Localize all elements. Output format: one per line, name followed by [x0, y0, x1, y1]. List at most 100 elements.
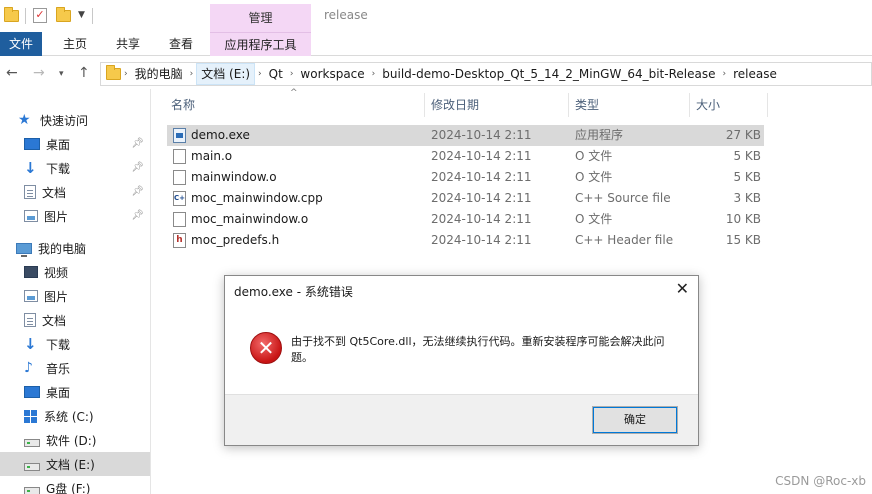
windows-drive-icon [24, 409, 38, 423]
sidebar-item-label: 桌面 [46, 385, 71, 400]
sidebar-item-desktop[interactable]: 桌面 📌︎ [0, 132, 150, 156]
file-name: moc_mainwindow.o [191, 212, 309, 226]
sidebar-item-label: 快速访问 [40, 113, 89, 128]
sidebar-item-documents-pc[interactable]: 文档 [0, 308, 150, 332]
folder-icon [106, 65, 121, 80]
chevron-right-icon[interactable]: › [187, 69, 197, 79]
file-row[interactable]: moc_mainwindow.o 2024-10-14 2:11 O 文件 10… [167, 209, 764, 230]
crumb-build-folder[interactable]: build-demo-Desktop_Qt_5_14_2_MinGW_64_bi… [378, 63, 719, 85]
music-icon: ♪ [24, 360, 33, 376]
tab-file[interactable]: 文件 [0, 32, 42, 56]
column-header-size[interactable]: 大小 [696, 89, 720, 121]
sidebar-item-pictures[interactable]: 图片 📌︎ [0, 204, 150, 228]
chevron-right-icon[interactable]: › [255, 69, 265, 79]
sidebar-item-drive-e[interactable]: 文档 (E:) [0, 452, 150, 476]
file-date: 2024-10-14 2:11 [431, 128, 532, 142]
chevron-right-icon[interactable]: › [287, 69, 297, 79]
column-divider[interactable] [689, 93, 690, 117]
pin-icon[interactable]: 📌︎ [131, 162, 144, 173]
sidebar-item-downloads[interactable]: ↓ 下载 📌︎ [0, 156, 150, 180]
file-type: O 文件 [575, 212, 613, 226]
sidebar-item-label: 音乐 [46, 361, 71, 376]
file-type: C++ Source file [575, 191, 671, 205]
title-bar: ✓ ▼ 管理 release [0, 0, 872, 32]
sidebar-item-pictures-pc[interactable]: 图片 [0, 284, 150, 308]
tab-view[interactable]: 查看 [161, 32, 201, 56]
file-row[interactable]: mainwindow.o 2024-10-14 2:11 O 文件 5 KB [167, 167, 764, 188]
sidebar-item-drive-c[interactable]: 系统 (C:) [0, 404, 150, 428]
download-icon: ↓ [24, 335, 37, 353]
crumb-drive-e[interactable]: 文档 (E:) [196, 63, 256, 85]
sidebar-item-label: 我的电脑 [38, 241, 87, 256]
pin-icon[interactable]: 📌︎ [131, 186, 144, 197]
column-header-type[interactable]: 类型 [575, 89, 599, 121]
file-name: moc_mainwindow.cpp [191, 191, 323, 205]
crumb-workspace[interactable]: workspace [296, 63, 368, 85]
pin-icon[interactable]: 📌︎ [131, 210, 144, 221]
sidebar-item-label: G盘 (F:) [46, 481, 91, 494]
file-size: 15 KB [725, 233, 761, 247]
sidebar-item-quick-access[interactable]: ★ 快速访问 [0, 108, 150, 132]
chevron-right-icon[interactable]: › [369, 69, 379, 79]
file-row[interactable]: C+ moc_mainwindow.cpp 2024-10-14 2:11 C+… [167, 188, 764, 209]
sidebar-item-downloads-pc[interactable]: ↓ 下载 [0, 332, 150, 356]
file-date: 2024-10-14 2:11 [431, 212, 532, 226]
chevron-right-icon[interactable]: › [719, 69, 729, 79]
sidebar-item-desktop-pc[interactable]: 桌面 [0, 380, 150, 404]
chevron-right-icon[interactable]: › [121, 69, 131, 79]
sidebar-item-documents[interactable]: 文档 📌︎ [0, 180, 150, 204]
column-divider[interactable] [568, 93, 569, 117]
computer-icon [16, 242, 32, 257]
tab-application-tools[interactable]: 应用程序工具 [210, 32, 311, 56]
folder-icon[interactable] [4, 7, 22, 25]
picture-icon [24, 290, 38, 302]
file-name: moc_predefs.h [191, 233, 280, 247]
sidebar-item-label: 系统 (C:) [44, 409, 94, 424]
generic-file-icon [173, 149, 186, 164]
up-arrow-icon[interactable]: ↑ [78, 65, 90, 81]
file-size: 3 KB [733, 191, 761, 205]
sidebar-item-drive-f[interactable]: G盘 (F:) [0, 476, 150, 494]
sidebar-item-label: 下载 [46, 161, 71, 176]
file-row[interactable]: h moc_predefs.h 2024-10-14 2:11 C++ Head… [167, 230, 764, 251]
picture-icon [24, 210, 38, 222]
ok-button[interactable]: 确定 [592, 406, 678, 434]
crumb-my-computer[interactable]: 我的电脑 [131, 63, 187, 85]
star-icon: ★ [18, 112, 31, 128]
sidebar-item-my-computer[interactable]: 我的电脑 [0, 236, 150, 260]
file-date: 2024-10-14 2:11 [431, 233, 532, 247]
sidebar-item-music[interactable]: ♪ 音乐 [0, 356, 150, 380]
column-header-name[interactable]: 名称 [171, 89, 195, 121]
crumb-qt[interactable]: Qt [265, 63, 287, 85]
manage-tab[interactable]: 管理 [210, 4, 311, 32]
sidebar-item-label: 软件 (D:) [46, 433, 97, 448]
exe-file-icon [173, 128, 186, 143]
tab-share[interactable]: 共享 [107, 32, 149, 56]
pin-icon[interactable]: 📌︎ [131, 138, 144, 149]
sidebar-item-drive-d[interactable]: 软件 (D:) [0, 428, 150, 452]
tab-home[interactable]: 主页 [55, 32, 95, 56]
column-divider[interactable] [767, 93, 768, 117]
desktop-icon [24, 138, 40, 150]
pane-divider[interactable] [150, 89, 151, 494]
file-type: O 文件 [575, 149, 613, 163]
address-bar[interactable]: › 我的电脑 › 文档 (E:) › Qt › workspace › buil… [100, 62, 872, 86]
properties-icon[interactable]: ✓ [33, 7, 51, 25]
column-header-date[interactable]: 修改日期 [431, 89, 479, 121]
divider [92, 8, 93, 24]
file-row[interactable]: main.o 2024-10-14 2:11 O 文件 5 KB [167, 146, 764, 167]
recent-locations-chevron-icon[interactable]: ▾ [59, 69, 64, 79]
sidebar-item-videos[interactable]: 视频 [0, 260, 150, 284]
file-date: 2024-10-14 2:11 [431, 191, 532, 205]
video-icon [24, 266, 38, 278]
forward-arrow-icon[interactable]: → [33, 65, 45, 81]
column-divider[interactable] [424, 93, 425, 117]
crumb-release[interactable]: release [729, 63, 781, 85]
close-icon[interactable]: ✕ [676, 279, 689, 298]
watermark: CSDN @Roc-xb [775, 474, 866, 488]
back-arrow-icon[interactable]: ← [6, 65, 18, 81]
file-name: main.o [191, 149, 233, 163]
customize-dropdown-icon[interactable]: ▼ [78, 10, 85, 20]
new-folder-icon[interactable] [56, 7, 74, 25]
file-row[interactable]: demo.exe 2024-10-14 2:11 应用程序 27 KB [167, 125, 764, 146]
